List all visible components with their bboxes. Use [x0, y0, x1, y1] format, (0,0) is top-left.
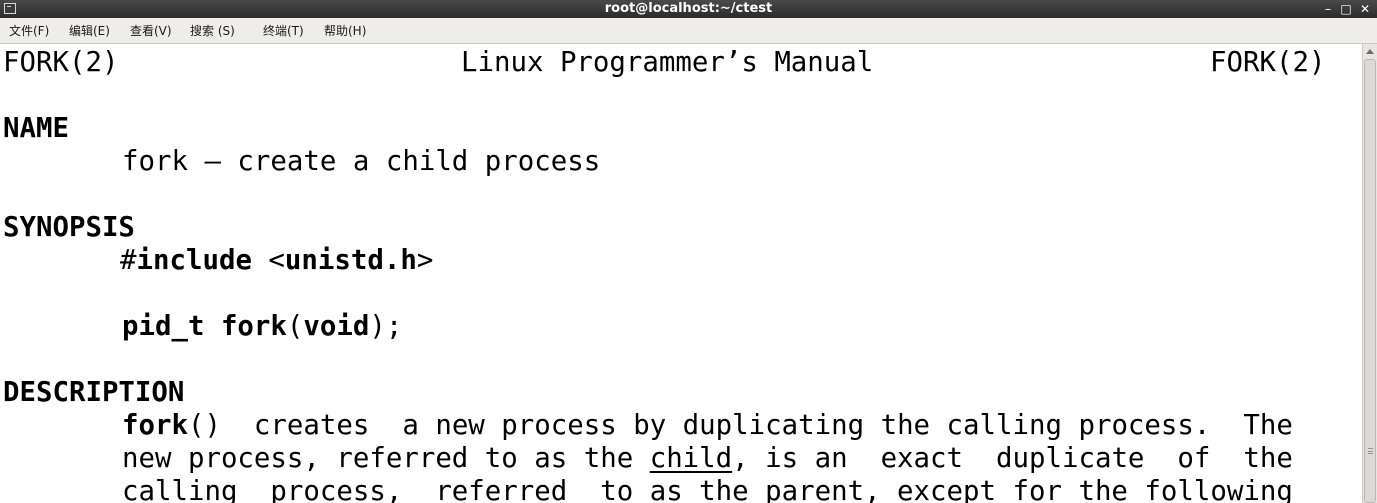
man-header-center: Linux Programmer’s Manual [461, 47, 874, 78]
minimize-button[interactable]: – [1319, 0, 1337, 18]
close-button[interactable]: ✕ [1356, 0, 1374, 18]
vertical-scrollbar[interactable] [1362, 44, 1377, 503]
grip-icon [1368, 448, 1373, 454]
window-title: root@localhost:~/ctest [604, 1, 773, 16]
synopsis-prototype: pid_t fork(void); [122, 311, 403, 342]
description-heading: DESCRIPTION [3, 377, 185, 408]
synopsis-include: #include <unistd.h> [120, 245, 434, 276]
description-line-2: new process, referred to as the child, i… [122, 443, 1293, 474]
terminal-view[interactable]: FORK(2) Linux Programmer’s Manual FORK(2… [0, 44, 1362, 503]
window-title-bar[interactable]: root@localhost:~/ctest – □ ✕ [0, 0, 1377, 18]
name-text: fork – create a child process [122, 146, 601, 177]
maximize-button[interactable]: □ [1337, 0, 1355, 18]
menu-view[interactable]: 查看(V) [130, 18, 172, 43]
synopsis-heading: SYNOPSIS [3, 212, 135, 243]
menu-search[interactable]: 搜索 (S) [190, 18, 235, 43]
description-line-1: fork() creates a new process by duplicat… [122, 410, 1293, 441]
menu-edit[interactable]: 编辑(E) [69, 18, 110, 43]
scroll-up-arrow-icon[interactable] [1363, 44, 1377, 58]
menu-file[interactable]: 文件(F) [9, 18, 49, 43]
name-heading: NAME [3, 113, 69, 144]
menu-bar: 文件(F) 编辑(E) 查看(V) 搜索 (S) 终端(T) 帮助(H) [0, 18, 1377, 44]
man-header-left: FORK(2) [3, 47, 119, 78]
menu-help[interactable]: 帮助(H) [324, 18, 366, 43]
menu-terminal[interactable]: 终端(T) [263, 18, 304, 43]
scrollbar-thumb[interactable] [1364, 59, 1376, 503]
man-header-right: FORK(2) [1210, 47, 1326, 78]
description-line-3: calling process, referred to as the pare… [122, 476, 1293, 503]
